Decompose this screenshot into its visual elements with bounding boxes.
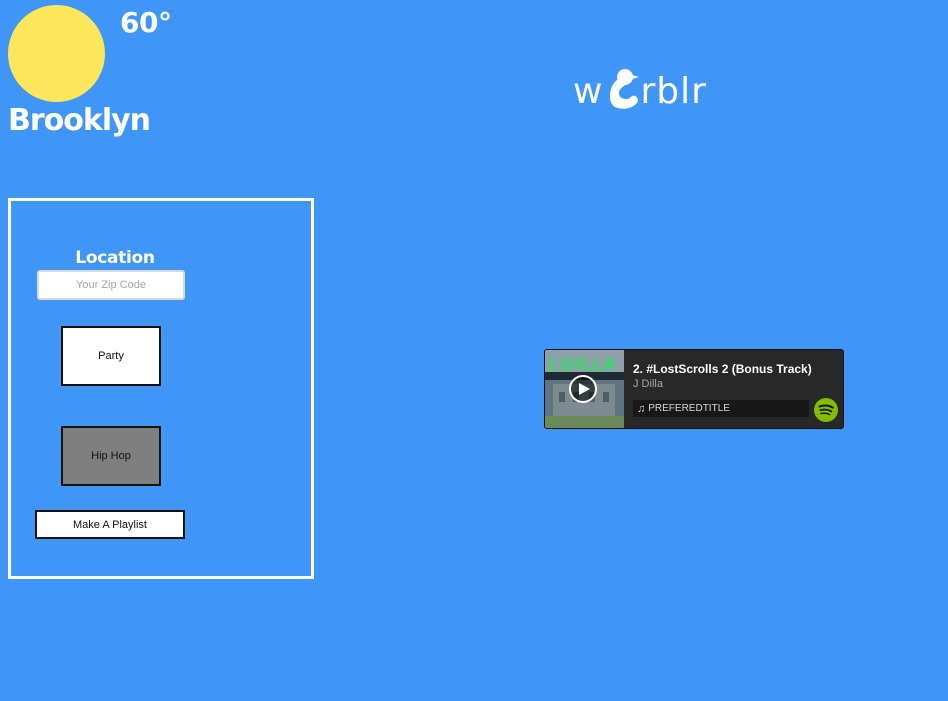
play-icon [579, 383, 590, 395]
play-button[interactable] [569, 375, 597, 403]
temperature: 60° [120, 6, 172, 39]
track-title[interactable]: 2. #LostScrolls 2 (Bonus Track) [633, 362, 823, 376]
logo-prefix: w [573, 71, 604, 112]
playlist-form-panel: Location Party Hip Hop Make A Playlist [8, 198, 314, 579]
preferred-title-bar: ♫ PREFEREDTITLE [633, 400, 809, 417]
party-option-button[interactable]: Party [61, 326, 161, 386]
music-note-icon: ♫ [637, 402, 646, 415]
hip-hop-option-button[interactable]: Hip Hop [61, 426, 161, 486]
sun-icon [8, 5, 105, 102]
logo-suffix: rblr [640, 71, 707, 112]
spotify-player-widget: J.DILLA 2. #LostScrolls 2 (Bonus Track) … [544, 349, 844, 429]
city-name: Brooklyn [8, 103, 151, 138]
zip-code-input[interactable] [37, 270, 185, 300]
make-playlist-button[interactable]: Make A Playlist [35, 510, 185, 539]
warblr-logo: w rblr [573, 62, 707, 110]
artist-name[interactable]: J Dilla [633, 378, 663, 390]
bird-icon [605, 66, 640, 110]
album-cover: J.DILLA [545, 350, 624, 428]
location-label: Location [75, 248, 155, 268]
preferred-title: PREFEREDTITLE [648, 403, 730, 414]
spotify-icon[interactable] [814, 398, 838, 422]
